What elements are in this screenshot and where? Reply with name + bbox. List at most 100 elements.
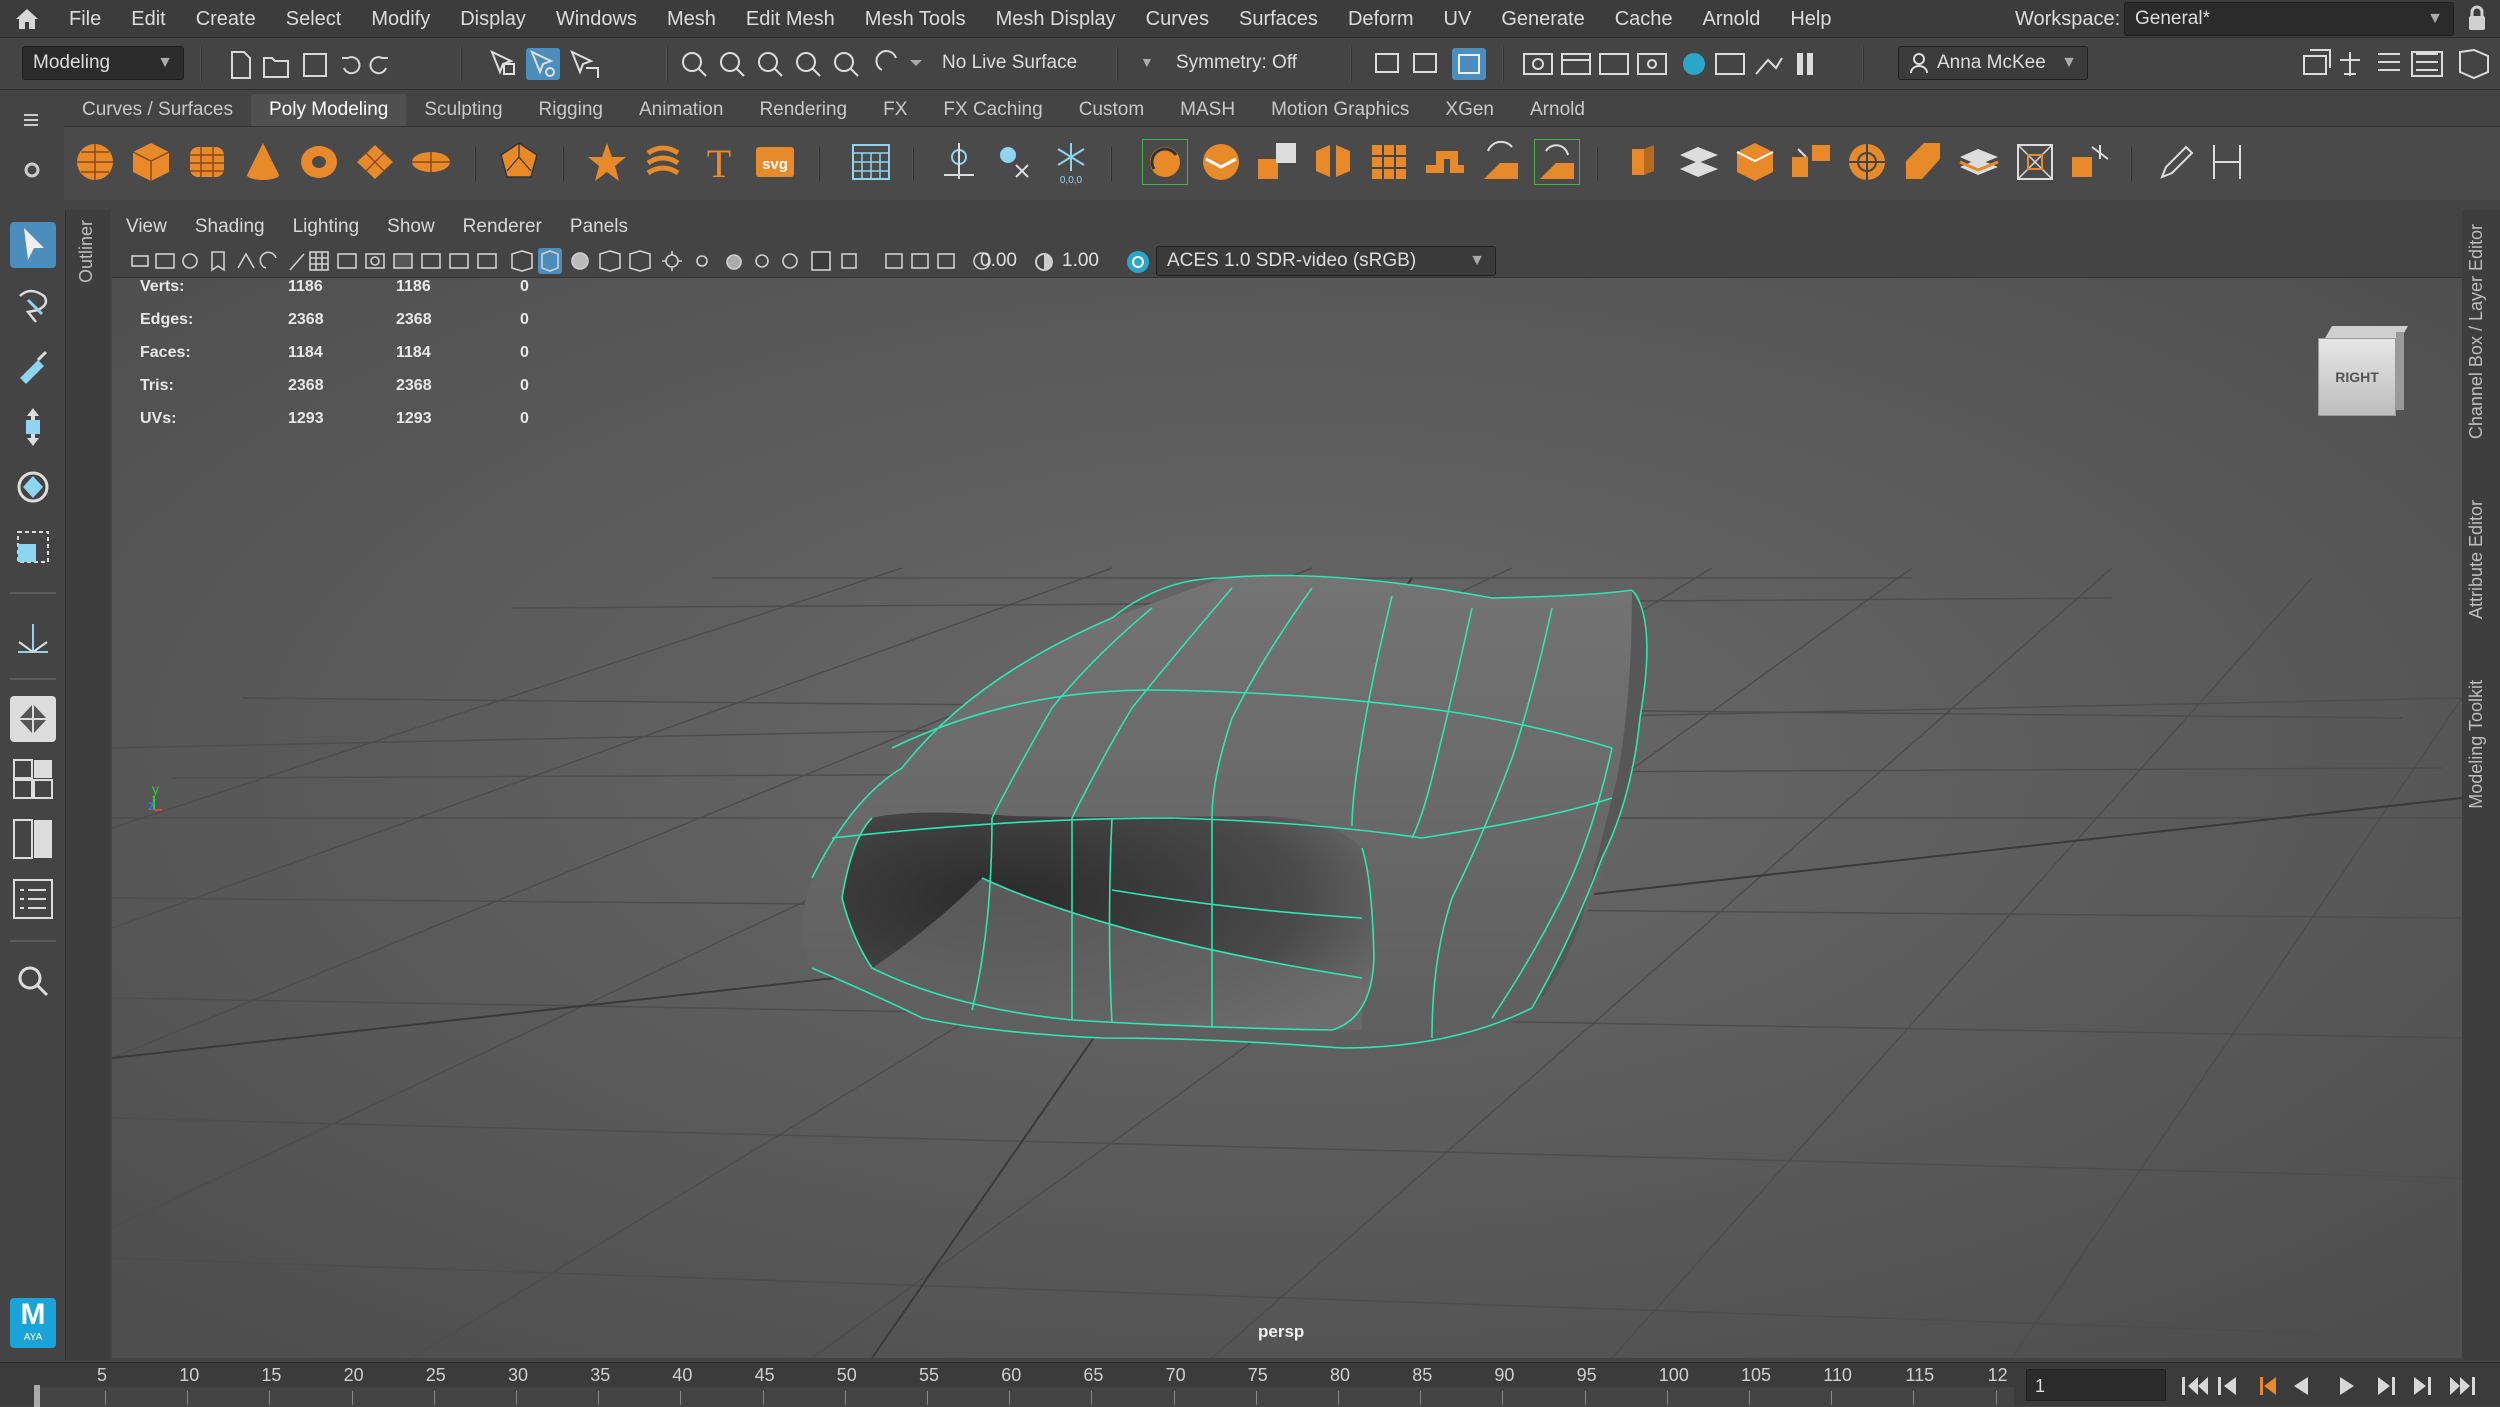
menu-file[interactable]: File <box>54 0 116 38</box>
tab-xgen[interactable]: XGen <box>1427 94 1512 126</box>
render-icons[interactable] <box>1520 46 1840 82</box>
time-slider[interactable]: 1 5 10 15 20 25 30 35 40 45 50 55 60 65 70 75 80 85 90 95 1… <box>0 1362 2500 1407</box>
mirror-icon[interactable] <box>1310 139 1356 185</box>
poly-cone-icon[interactable] <box>240 139 286 185</box>
home-icon[interactable] <box>0 0 54 38</box>
combine-icon[interactable] <box>1142 139 1188 185</box>
file-toolbar[interactable] <box>226 48 396 82</box>
timeline-track[interactable] <box>34 1387 2014 1407</box>
poly-disc-icon[interactable] <box>408 139 454 185</box>
menu-display[interactable]: Display <box>445 0 541 38</box>
selection-mode-icons[interactable] <box>486 46 606 82</box>
tab-custom[interactable]: Custom <box>1061 94 1162 126</box>
render-region-icons[interactable] <box>1370 46 1490 82</box>
paint-select-tool-icon[interactable] <box>10 342 56 388</box>
platonic-solid-icon[interactable] <box>496 139 542 185</box>
poly-plane-icon[interactable] <box>352 139 398 185</box>
tab-rendering[interactable]: Rendering <box>741 94 865 126</box>
playback-controls[interactable] <box>2180 1371 2500 1401</box>
type-tool-icon[interactable]: T <box>696 139 742 185</box>
menu-shading[interactable]: Shading <box>181 216 279 238</box>
menu-modify[interactable]: Modify <box>356 0 445 38</box>
four-view-layout-icon[interactable] <box>10 756 56 802</box>
bevel-icon[interactable] <box>1478 139 1524 185</box>
multi-cut-icon[interactable] <box>1534 139 1580 185</box>
append-polygon-icon[interactable] <box>1676 139 1722 185</box>
tab-arnold[interactable]: Arnold <box>1512 94 1603 126</box>
current-frame-field[interactable]: 1 <box>2026 1369 2166 1401</box>
menu-help[interactable]: Help <box>1775 0 1846 38</box>
search-icon[interactable] <box>10 958 56 1004</box>
colorspace-dropdown[interactable]: ACES 1.0 SDR-video (sRGB) ▼ <box>1156 246 1496 276</box>
menu-edit-mesh[interactable]: Edit Mesh <box>731 0 850 38</box>
menu-panels[interactable]: Panels <box>556 216 642 238</box>
menu-edit[interactable]: Edit <box>116 0 180 38</box>
menu-arnold[interactable]: Arnold <box>1688 0 1776 38</box>
super-shape-icon[interactable] <box>584 139 630 185</box>
symmetry-label[interactable]: Symmetry: Off <box>1176 46 1297 80</box>
fill-hole-icon[interactable] <box>1732 139 1778 185</box>
live-surface-label[interactable]: No Live Surface <box>942 46 1077 80</box>
tab-fx[interactable]: FX <box>865 94 925 126</box>
outliner-tab[interactable]: Outliner <box>76 220 97 283</box>
gamma-value[interactable]: 1.00 <box>1062 248 1099 274</box>
collapse-icon[interactable] <box>1900 139 1946 185</box>
rotate-tool-icon[interactable] <box>10 464 56 510</box>
tab-modeling-toolkit[interactable]: Modeling Toolkit <box>2466 680 2487 809</box>
tab-fx-caching[interactable]: FX Caching <box>925 94 1060 126</box>
delete-history-icon[interactable] <box>992 139 1038 185</box>
panel-toggle-icons[interactable] <box>2300 46 2490 82</box>
measure-icon[interactable] <box>2204 139 2250 185</box>
menu-surfaces[interactable]: Surfaces <box>1224 0 1333 38</box>
menu-select[interactable]: Select <box>271 0 357 38</box>
svg-tool-icon[interactable]: svg <box>752 139 798 185</box>
menu-show[interactable]: Show <box>373 216 449 238</box>
user-account-dropdown[interactable]: Anna McKee ▼ <box>1898 46 2088 80</box>
center-pivot-icon[interactable] <box>936 139 982 185</box>
workspace-dropdown[interactable]: General* ▼ <box>2124 2 2454 36</box>
mode-dropdown[interactable]: Modeling ▼ <box>22 46 184 80</box>
tab-channel-box[interactable]: Channel Box / Layer Editor <box>2466 224 2487 439</box>
freeze-transform-icon[interactable]: 0,0,0 <box>1048 139 1094 185</box>
menu-uv[interactable]: UV <box>1429 0 1487 38</box>
lock-icon[interactable] <box>2466 4 2488 37</box>
uv-editor-icon[interactable] <box>848 139 894 185</box>
shelf-menu-icon[interactable] <box>22 112 42 133</box>
tab-motion-graphics[interactable]: Motion Graphics <box>1253 94 1427 126</box>
insert-edge-loop-icon[interactable] <box>1956 139 2002 185</box>
sweep-mesh-icon[interactable] <box>640 139 686 185</box>
smooth-icon[interactable] <box>1254 139 1300 185</box>
gear-icon[interactable] <box>22 160 42 185</box>
view-cube-right-face[interactable]: RIGHT <box>2318 338 2396 416</box>
bridge-icon[interactable] <box>1422 139 1468 185</box>
poly-sphere-icon[interactable] <box>72 139 118 185</box>
snap-icons[interactable] <box>676 46 926 82</box>
tab-sculpting[interactable]: Sculpting <box>406 94 520 126</box>
exposure-value[interactable]: 0.00 <box>980 248 1017 274</box>
extrude-icon[interactable] <box>1620 139 1666 185</box>
outliner-layout-icon[interactable] <box>10 876 56 922</box>
menu-generate[interactable]: Generate <box>1486 0 1599 38</box>
menu-curves[interactable]: Curves <box>1131 0 1224 38</box>
tab-animation[interactable]: Animation <box>621 94 742 126</box>
merge-icon[interactable] <box>1788 139 1834 185</box>
slide-edge-icon[interactable] <box>2068 139 2114 185</box>
tab-attribute-editor[interactable]: Attribute Editor <box>2466 500 2487 619</box>
move-tool-icon[interactable] <box>10 404 56 450</box>
menu-view[interactable]: View <box>112 216 181 238</box>
select-tool-icon[interactable] <box>10 222 56 268</box>
color-management-icon[interactable] <box>1126 250 1150 274</box>
poly-torus-icon[interactable] <box>296 139 342 185</box>
menu-create[interactable]: Create <box>181 0 271 38</box>
tab-mash[interactable]: MASH <box>1162 94 1253 126</box>
menu-deform[interactable]: Deform <box>1333 0 1429 38</box>
menu-renderer[interactable]: Renderer <box>449 216 556 238</box>
lasso-tool-icon[interactable] <box>10 282 56 328</box>
gamma-icon[interactable] <box>1034 252 1054 272</box>
menu-mesh-tools[interactable]: Mesh Tools <box>850 0 981 38</box>
tab-rigging[interactable]: Rigging <box>521 94 621 126</box>
menu-mesh-display[interactable]: Mesh Display <box>981 0 1131 38</box>
pencil-icon[interactable] <box>2154 139 2200 185</box>
menu-mesh[interactable]: Mesh <box>652 0 731 38</box>
menu-windows[interactable]: Windows <box>541 0 652 38</box>
